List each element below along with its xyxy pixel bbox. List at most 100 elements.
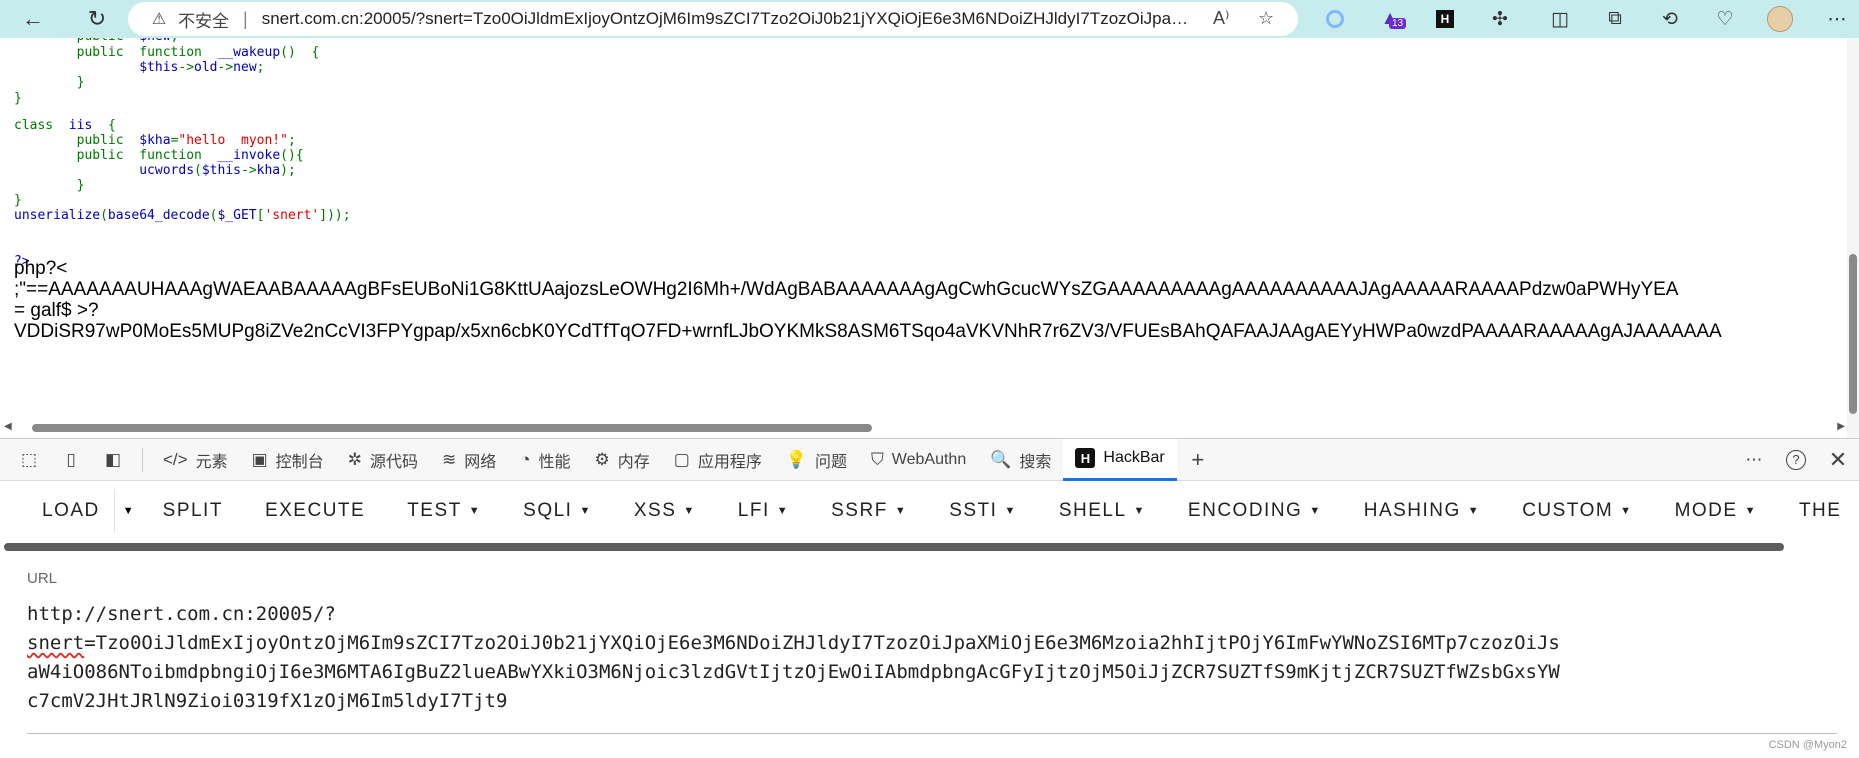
url-field-underline (27, 733, 1837, 734)
dock-side-icon[interactable]: ◧ (92, 439, 134, 481)
more-menu-icon[interactable]: ⋯ (1822, 4, 1852, 34)
warning-icon: ⚠ (151, 11, 167, 28)
tab-webauthn[interactable]: ⛉ WebAuthn (859, 439, 978, 481)
dropdown-caret-icon: ▼ (1744, 505, 1757, 517)
menu-xss-label: XSS (633, 500, 677, 521)
output-line: VDDiSR97wP0MoEs5MUPg8iZVe2nCcVI3FPYgpap/… (14, 321, 1722, 342)
menu-ssti[interactable]: SSTI ▼ (928, 489, 1038, 533)
menu-xss[interactable]: XSS ▼ (613, 489, 717, 533)
menu-ssrf[interactable]: SSRF ▼ (810, 489, 928, 533)
tabbar-divider (142, 447, 143, 472)
code-line: } (14, 91, 22, 106)
menu-ssrf-label: SSRF (831, 500, 888, 521)
add-tab-icon[interactable]: + (1177, 439, 1219, 481)
hackbar-extension-icon[interactable]: H (1430, 4, 1460, 34)
notification-badge: 13 (1389, 18, 1407, 29)
tab-memory[interactable]: ⚙ 内存 (583, 439, 662, 481)
dropdown-caret-icon: ▼ (1467, 505, 1481, 517)
tab-sources[interactable]: ✲ 源代码 (336, 439, 430, 481)
load-button[interactable]: LOAD (0, 489, 115, 533)
favorite-star-icon[interactable]: ☆ (1258, 8, 1274, 29)
menu-mode[interactable]: MODE ▼ (1654, 489, 1778, 533)
tab-network[interactable]: ≋ 网络 (430, 439, 508, 481)
address-url[interactable]: snert.com.cn:20005/?snert=Tzo0OiJldmExIj… (262, 9, 1192, 29)
tab-performance[interactable]: ◔ 性能 (508, 439, 582, 481)
menu-lfi[interactable]: LFI ▼ (717, 489, 810, 533)
network-icon: ≋ (441, 449, 457, 469)
hackbar-logo-icon: H (1075, 448, 1096, 468)
vertical-scroll-thumb[interactable] (1849, 254, 1857, 414)
output-line: = galf$ >? (14, 300, 99, 321)
dropdown-caret-icon: ▼ (894, 505, 908, 517)
tab-hackbar[interactable]: H HackBar (1063, 438, 1177, 481)
dropdown-caret-icon: ▼ (776, 505, 790, 517)
more-options-icon[interactable]: ⋯ (1733, 439, 1775, 481)
console-icon: ▣ (251, 449, 268, 469)
url-line-text: http://snert.com.cn:20005/? (27, 603, 336, 625)
back-arrow-icon[interactable]: ← (12, 0, 54, 38)
address-bar[interactable]: ⚠ 不安全 | snert.com.cn:20005/?snert=Tzo0Oi… (128, 2, 1298, 36)
performance-heart-icon[interactable]: ♡ (1710, 4, 1740, 34)
menu-encoding[interactable]: ENCODING ▼ (1167, 489, 1343, 533)
dropdown-caret-icon: ▼ (1620, 505, 1633, 517)
device-toolbar-icon[interactable]: ▯ (50, 439, 92, 481)
hackbar-toolbar-scrollbar[interactable] (4, 543, 1784, 551)
tab-elements[interactable]: </> 元素 (151, 439, 240, 481)
vertical-scrollbar[interactable] (1847, 38, 1859, 438)
security-label: 不安全 (178, 11, 229, 31)
code-line: unserialize(base64_decode($_GET['snert']… (14, 208, 351, 223)
url-line-text: c7cmV2JHtJRlN9Zioi0319fX1zOjM6Im5ldyI7Tj… (27, 690, 508, 712)
extension-graduation-icon[interactable]: ▲13 (1375, 4, 1407, 34)
tab-search-label: 搜索 (1019, 453, 1052, 471)
extension-circle-icon[interactable] (1320, 4, 1350, 34)
execute-label: EXECUTE (264, 500, 366, 521)
menu-ssti-label: SSTI (949, 500, 998, 521)
browser-toolbar: ← ↻ ⚠ 不安全 | snert.com.cn:20005/?snert=Tz… (0, 0, 1859, 38)
spellcheck-word: snert (27, 632, 85, 654)
horizontal-scroll-thumb[interactable] (32, 424, 872, 432)
url-line-text: aW4iO086NToibmdpbngiOjI6e3M6MTA6IgBuZ2lu… (27, 661, 1560, 683)
menu-shell-label: SHELL (1058, 500, 1127, 521)
dropdown-caret-icon: ▼ (579, 505, 592, 517)
dropdown-caret-icon: ▼ (468, 505, 482, 517)
read-aloud-icon[interactable]: A⁾ (1213, 8, 1229, 29)
tab-search[interactable]: 🔍 搜索 (978, 439, 1063, 481)
scroll-left-icon[interactable]: ◀ (4, 421, 12, 432)
collections-icon[interactable]: ⧉ (1600, 4, 1630, 34)
menu-sqli[interactable]: SQLI ▼ (502, 489, 613, 533)
tab-console-label: 控制台 (275, 453, 324, 471)
inspect-icon[interactable]: ⬚ (8, 439, 50, 481)
tab-console[interactable]: ▣ 控制台 (240, 439, 336, 481)
issues-icon: 💡 (785, 449, 808, 469)
application-icon: ▢ (673, 449, 690, 469)
menu-custom[interactable]: CUSTOM ▼ (1501, 489, 1653, 533)
split-screen-icon[interactable]: ◫ (1545, 4, 1575, 34)
tab-application[interactable]: ▢ 应用程序 (662, 439, 774, 481)
tab-issues[interactable]: 💡 问题 (774, 439, 859, 481)
menu-test[interactable]: TEST ▼ (386, 489, 502, 533)
menu-sqli-label: SQLI (523, 500, 573, 521)
load-label: LOAD (42, 500, 100, 521)
menu-mode-label: MODE (1674, 500, 1738, 521)
horizontal-scrollbar[interactable]: ◀ ▶ (4, 421, 1845, 433)
refresh-icon[interactable]: ↻ (76, 0, 118, 38)
url-textarea[interactable]: http://snert.com.cn:20005/? snert=Tzo0OiJ… (27, 600, 1827, 716)
split-label: SPLIT (162, 500, 223, 521)
extensions-puzzle-icon[interactable]: ✣ (1485, 4, 1515, 34)
code-line: } (76, 178, 85, 193)
tab-hackbar-label: HackBar (1103, 449, 1165, 466)
menu-the[interactable]: THE (1778, 489, 1859, 533)
close-devtools-icon[interactable]: ✕ (1817, 439, 1859, 481)
dropdown-caret-icon: ▼ (1133, 505, 1146, 517)
execute-button[interactable]: EXECUTE (244, 489, 386, 533)
load-dropdown-icon[interactable]: ▼ (115, 489, 142, 533)
profile-avatar[interactable] (1765, 4, 1795, 34)
menu-hashing[interactable]: HASHING ▼ (1343, 489, 1501, 533)
history-icon[interactable]: ⟲ (1655, 4, 1685, 34)
menu-shell[interactable]: SHELL ▼ (1038, 489, 1167, 533)
scroll-right-icon[interactable]: ▶ (1837, 421, 1845, 432)
url-line-text: snert=Tzo0OiJldmExIjoyOntzOjM6Im9sZCI7Tz… (27, 629, 1827, 658)
help-icon[interactable]: ? (1775, 439, 1817, 481)
split-button[interactable]: SPLIT (142, 489, 244, 533)
devtools-tab-list: </> 元素 ▣ 控制台 ✲ 源代码 ≋ 网络 ◔ 性能 ⚙ 内存 ▢ 应用程序 💡 问题 ⛉ WebAuthn 🔍… (151, 439, 1063, 481)
